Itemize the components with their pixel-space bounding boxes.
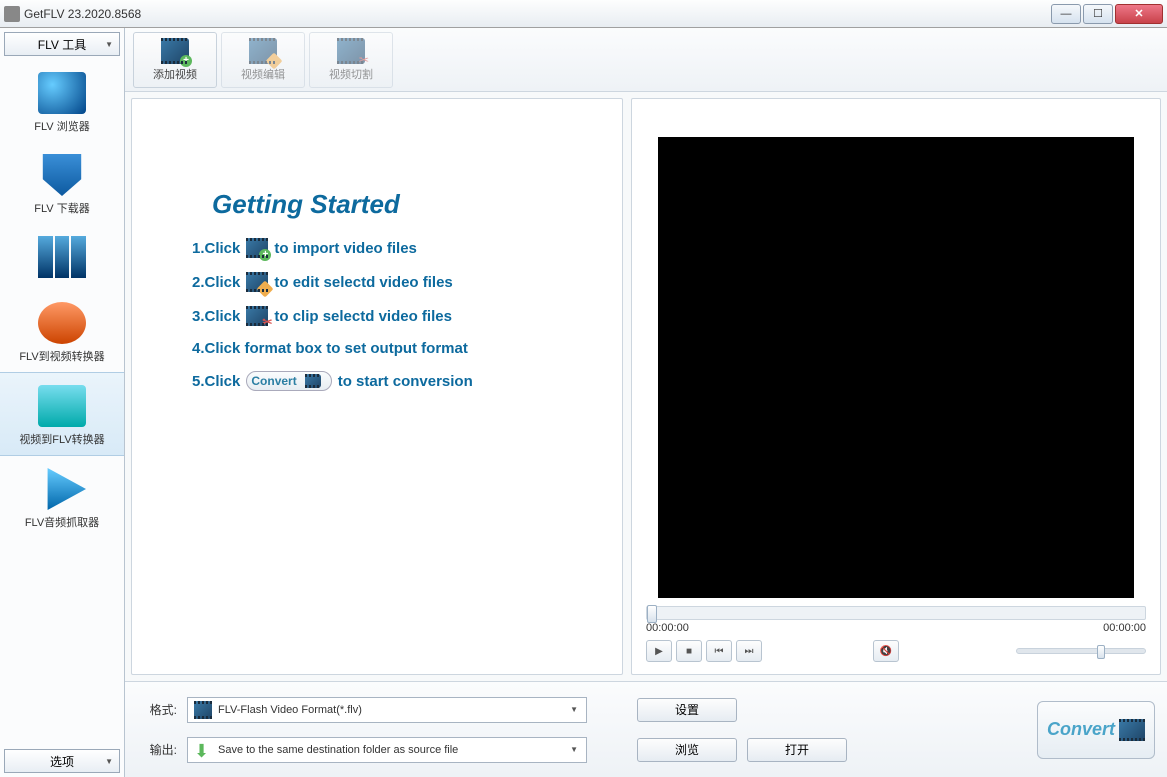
step-text: to clip selectd video files xyxy=(274,308,452,325)
format-label: 格式: xyxy=(137,701,177,718)
sidebar-item-audio-extract[interactable]: FLV音频抓取器 xyxy=(0,456,124,538)
sidebar-item-label: FLV音频抓取器 xyxy=(25,514,99,530)
sidebar-item-label: 视频到FLV转换器 xyxy=(19,431,104,447)
download-icon xyxy=(38,154,86,196)
close-button[interactable]: ✕ xyxy=(1115,4,1163,24)
add-video-button[interactable]: + 添加视频 xyxy=(133,32,217,88)
step-text: 1.Click xyxy=(192,240,240,257)
open-button[interactable]: 打开 xyxy=(747,738,847,762)
output-label: 输出: xyxy=(137,741,177,758)
audio-extract-icon xyxy=(38,468,86,510)
play-button[interactable]: ▶ xyxy=(646,640,672,662)
time-current: 00:00:00 xyxy=(646,622,689,634)
sidebar-item-downloader[interactable]: FLV 下载器 xyxy=(0,142,124,224)
video-preview xyxy=(658,137,1134,598)
seek-thumb[interactable] xyxy=(647,605,657,623)
convert-button[interactable]: Convert xyxy=(1037,701,1155,759)
prev-button[interactable]: ⏮ xyxy=(706,640,732,662)
step-4: 4.Click format box to set output format xyxy=(192,340,602,357)
settings-button[interactable]: 设置 xyxy=(637,698,737,722)
step-1: 1.Click + to import video files xyxy=(192,238,602,258)
step-text: 5.Click xyxy=(192,373,240,390)
volume-thumb[interactable] xyxy=(1097,645,1105,659)
tool-label: 视频切割 xyxy=(329,66,373,82)
step-text: to import video files xyxy=(274,240,417,257)
next-button[interactable]: ⏭ xyxy=(736,640,762,662)
bottom-bar: 格式: FLV-Flash Video Format(*.flv) 设置 输出:… xyxy=(125,681,1167,777)
film-cut-icon: ✂ xyxy=(337,38,365,64)
flv-to-video-icon xyxy=(38,302,86,344)
download-arrow-icon: ⬇ xyxy=(194,741,212,759)
step-text: 4.Click format box to set output format xyxy=(192,340,468,357)
btn-label: 浏览 xyxy=(675,741,699,758)
convert-text: Convert xyxy=(1047,719,1115,740)
format-select[interactable]: FLV-Flash Video Format(*.flv) xyxy=(187,697,587,723)
volume-slider[interactable] xyxy=(1016,648,1146,654)
minimize-button[interactable]: — xyxy=(1051,4,1081,24)
step-text: to edit selectd video files xyxy=(274,274,452,291)
output-value: Save to the same destination folder as s… xyxy=(218,744,458,756)
seek-bar[interactable] xyxy=(646,606,1146,620)
film-add-icon: + xyxy=(246,238,268,258)
tool-label: 视频编辑 xyxy=(241,66,285,82)
step-2: 2.Click to edit selectd video files xyxy=(192,272,602,292)
window-title: GetFLV 23.2020.8568 xyxy=(24,7,1051,21)
sidebar-item-label: FLV 下载器 xyxy=(34,200,89,216)
step-text: 3.Click xyxy=(192,308,240,325)
getting-started-panel: Getting Started 1.Click + to import vide… xyxy=(131,98,623,675)
video-to-flv-icon xyxy=(38,385,86,427)
tools-dropdown-label: FLV 工具 xyxy=(38,36,86,53)
sidebar-item-label: FLV到视频转换器 xyxy=(19,348,104,364)
convert-mini-button: Convert xyxy=(246,371,331,391)
options-dropdown-label: 选项 xyxy=(50,753,74,770)
title-bar: GetFLV 23.2020.8568 — ☐ ✕ xyxy=(0,0,1167,28)
output-select[interactable]: ⬇ Save to the same destination folder as… xyxy=(187,737,587,763)
options-dropdown[interactable]: 选项 xyxy=(4,749,120,773)
edit-video-button[interactable]: 视频编辑 xyxy=(221,32,305,88)
step-3: 3.Click ✂ to clip selectd video files xyxy=(192,306,602,326)
btn-label: 设置 xyxy=(675,701,699,718)
tools-dropdown[interactable]: FLV 工具 xyxy=(4,32,120,56)
film-edit-icon xyxy=(249,38,277,64)
getting-started-title: Getting Started xyxy=(212,189,602,220)
sidebar-item-merge[interactable] xyxy=(0,224,124,290)
step-text: to start conversion xyxy=(338,373,473,390)
film-icon xyxy=(1119,719,1145,741)
app-icon xyxy=(4,6,20,22)
browser-icon xyxy=(38,72,86,114)
merge-icon xyxy=(38,236,86,278)
sidebar-item-label: FLV 浏览器 xyxy=(34,118,89,134)
toolbar: + 添加视频 视频编辑 ✂ 视频切割 xyxy=(125,28,1167,92)
step-5: 5.Click Convert to start conversion xyxy=(192,371,602,391)
step-text: 2.Click xyxy=(192,274,240,291)
format-value: FLV-Flash Video Format(*.flv) xyxy=(218,704,362,716)
clip-video-button[interactable]: ✂ 视频切割 xyxy=(309,32,393,88)
preview-panel: 00:00:00 00:00:00 ▶ ■ ⏮ ⏭ 🔇 xyxy=(631,98,1161,675)
mute-button[interactable]: 🔇 xyxy=(873,640,899,662)
tool-label: 添加视频 xyxy=(153,66,197,82)
film-edit-icon xyxy=(246,272,268,292)
sidebar-item-flv-to-video[interactable]: FLV到视频转换器 xyxy=(0,290,124,372)
film-icon xyxy=(305,374,321,388)
sidebar: FLV 工具 FLV 浏览器 FLV 下载器 FLV到视频转 xyxy=(0,28,125,777)
time-total: 00:00:00 xyxy=(1103,622,1146,634)
sidebar-item-video-to-flv[interactable]: 视频到FLV转换器 xyxy=(0,372,124,456)
film-add-icon: + xyxy=(161,38,189,64)
btn-label: 打开 xyxy=(785,741,809,758)
sidebar-item-browser[interactable]: FLV 浏览器 xyxy=(0,60,124,142)
flv-icon xyxy=(194,701,212,719)
convert-mini-text: Convert xyxy=(251,374,296,388)
maximize-button[interactable]: ☐ xyxy=(1083,4,1113,24)
stop-button[interactable]: ■ xyxy=(676,640,702,662)
browse-button[interactable]: 浏览 xyxy=(637,738,737,762)
film-cut-icon: ✂ xyxy=(246,306,268,326)
